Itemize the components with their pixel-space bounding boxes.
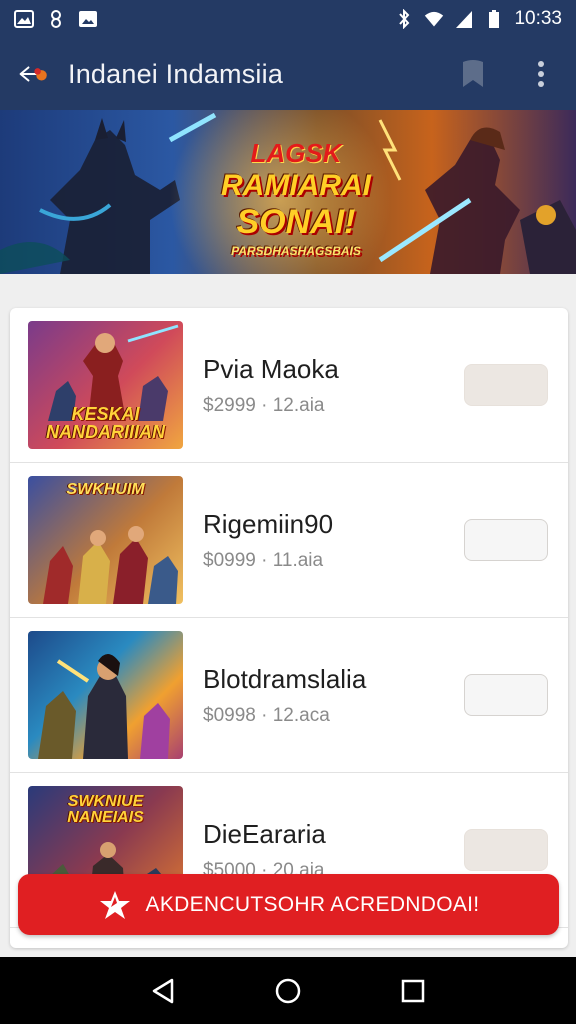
item-action-button[interactable] [464,364,548,406]
item-action-button[interactable] [464,674,548,716]
more-button[interactable] [524,57,558,91]
status-bar: 10:33 [0,0,576,38]
screen: 10:33 Indanei Indamsiia LAGSK RAMIARAI S… [0,0,576,1024]
cta-label: AKDENCUTSOHR ACREDNDOAI! [145,892,480,916]
star-icon [99,890,130,919]
home-circle-icon [275,978,301,1003]
list-item[interactable]: KESKAI NANDARIIIAN Pvia Maoka $2999 · 12… [10,308,568,463]
system-nav-bar [0,957,576,1024]
item-action-button[interactable] [464,829,548,871]
item-thumbnail: KESKAI NANDARIIIAN [28,321,183,449]
bluetooth-icon [394,9,414,29]
cta-button[interactable]: AKDENCUTSOHR ACREDNDOAI! [18,874,559,935]
item-thumbnail-caption: SWKHUIM [66,481,145,498]
promo-banner[interactable]: LAGSK RAMIARAI SONAI! PARSDHASHAGSBAIS [0,110,576,274]
banner-line-4: PARSDHASHAGSBAIS [231,244,361,258]
app-bar: Indanei Indamsiia [0,38,576,110]
status-right-icons: 10:33 [394,8,562,30]
item-thumbnail-caption: SWKNIUE NANEIAIS [67,793,144,826]
item-thumbnail [28,631,183,759]
back-button[interactable] [18,57,52,91]
item-list: KESKAI NANDARIIIAN Pvia Maoka $2999 · 12… [10,308,568,948]
item-thumbnail: SWKHUIM [28,476,183,604]
app-title: Indanei Indamsiia [68,58,284,89]
bookmark-icon [463,60,483,87]
item-thumbnail-caption: KESKAI NANDARIIIAN [46,404,165,442]
battery-icon [484,9,504,29]
image-icon [14,9,34,29]
photo-icon [78,9,98,29]
link-icon [46,9,66,29]
nav-recents-button[interactable] [396,974,430,1008]
status-left-icons [14,9,98,29]
banner-line-3: SONAI! [236,203,356,241]
wifi-icon [424,9,444,29]
more-vertical-icon [538,61,544,87]
banner-line-2: RAMIARAI [221,169,371,202]
list-item[interactable]: Blotdramslalia $0998 · 12.aca [10,618,568,773]
nav-back-button[interactable] [146,974,180,1008]
item-action-button[interactable] [464,519,548,561]
status-time: 10:33 [514,8,562,29]
nav-home-button[interactable] [271,974,305,1008]
banner-line-1: LAGSK [250,138,342,168]
signal-icon [454,9,474,29]
back-triangle-icon [152,978,173,1003]
recents-square-icon [402,979,425,1002]
list-item[interactable]: SWKHUIM Rigemiin90 $0999 · 11.aia [10,463,568,618]
banner-title: LAGSK RAMIARAI SONAI! PARSDHASHAGSBAIS [216,138,376,258]
bookmark-button[interactable] [456,57,490,91]
app-actions [456,57,558,91]
back-arrow-icon [19,66,47,82]
